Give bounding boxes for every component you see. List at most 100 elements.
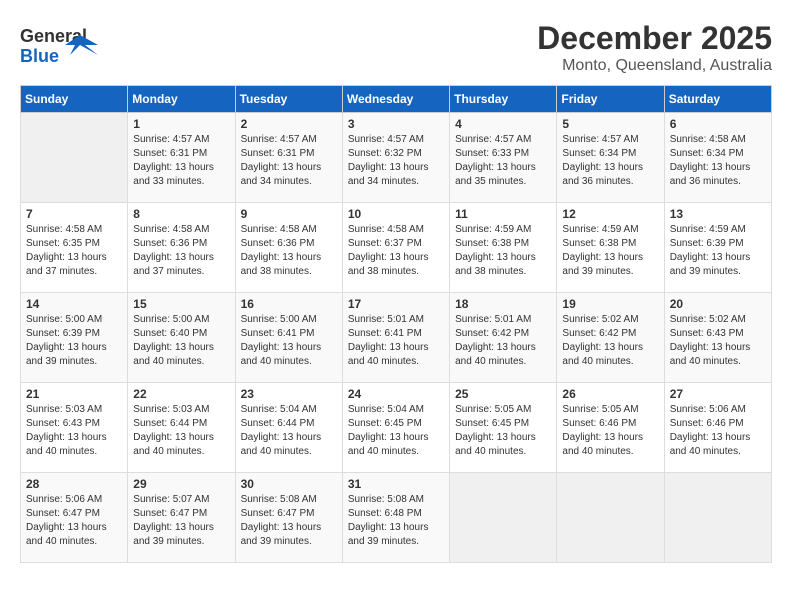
- day-info: Sunrise: 4:58 AMSunset: 6:34 PMDaylight:…: [670, 133, 766, 189]
- day-info: Sunrise: 5:06 AMSunset: 6:46 PMDaylight:…: [670, 403, 766, 459]
- calendar-cell: 24Sunrise: 5:04 AMSunset: 6:45 PMDayligh…: [342, 383, 449, 473]
- day-number: 31: [348, 477, 444, 491]
- day-number: 19: [562, 297, 658, 311]
- calendar-cell: 18 Sunrise: 5:01 AMSunset: 6:42 PMDayligh…: [450, 293, 557, 383]
- day-number: 23: [241, 387, 337, 401]
- day-info: Sunrise: 4:59 AMSunset: 6:39 PMDaylight:…: [670, 223, 766, 279]
- day-number: 25: [455, 387, 551, 401]
- day-info: Sunrise: 5:02 AMSunset: 6:42 PMDaylight:…: [562, 313, 658, 369]
- day-info: Sunrise: 4:59 AMSunset: 6:38 PMDaylight:…: [455, 223, 551, 279]
- logo-icon: General Blue: [20, 20, 110, 70]
- day-number: 20: [670, 297, 766, 311]
- day-number: 17: [348, 297, 444, 311]
- day-info: Sunrise: 4:58 AMSunset: 6:36 PMDaylight:…: [133, 223, 229, 279]
- calendar-cell: 27 Sunrise: 5:06 AMSunset: 6:46 PMDayligh…: [664, 383, 771, 473]
- day-number: 14: [26, 297, 122, 311]
- calendar-cell: 19 Sunrise: 5:02 AMSunset: 6:42 PMDayligh…: [557, 293, 664, 383]
- day-info: Sunrise: 4:57 AMSunset: 6:32 PMDaylight:…: [348, 133, 444, 189]
- calendar-cell: 16Sunrise: 5:00 AMSunset: 6:41 PMDayligh…: [235, 293, 342, 383]
- weekday-header-wednesday: Wednesday: [342, 86, 449, 113]
- day-info: Sunrise: 5:00 AMSunset: 6:40 PMDaylight:…: [133, 313, 229, 369]
- day-info: Sunrise: 4:58 AMSunset: 6:37 PMDaylight:…: [348, 223, 444, 279]
- day-info: Sunrise: 5:08 AMSunset: 6:47 PMDaylight:…: [241, 493, 337, 549]
- calendar-week-row: 7 Sunrise: 4:58 AMSunset: 6:35 PMDaylight…: [21, 203, 772, 293]
- day-number: 5: [562, 117, 658, 131]
- day-info: Sunrise: 5:01 AMSunset: 6:42 PMDaylight:…: [455, 313, 551, 369]
- weekday-header-thursday: Thursday: [450, 86, 557, 113]
- day-number: 11: [455, 207, 551, 221]
- day-info: Sunrise: 4:57 AMSunset: 6:33 PMDaylight:…: [455, 133, 551, 189]
- calendar-cell: 6 Sunrise: 4:58 AMSunset: 6:34 PMDaylight…: [664, 113, 771, 203]
- calendar-cell: 17 Sunrise: 5:01 AMSunset: 6:41 PMDayligh…: [342, 293, 449, 383]
- day-info: Sunrise: 5:02 AMSunset: 6:43 PMDaylight:…: [670, 313, 766, 369]
- calendar-cell: [21, 113, 128, 203]
- day-info: Sunrise: 4:58 AMSunset: 6:36 PMDaylight:…: [241, 223, 337, 279]
- day-number: 26: [562, 387, 658, 401]
- page-header: General Blue December 2025 Monto, Queens…: [20, 20, 772, 75]
- calendar-cell: 25 Sunrise: 5:05 AMSunset: 6:45 PMDayligh…: [450, 383, 557, 473]
- day-info: Sunrise: 4:59 AMSunset: 6:38 PMDaylight:…: [562, 223, 658, 279]
- weekday-header-saturday: Saturday: [664, 86, 771, 113]
- day-info: Sunrise: 5:04 AMSunset: 6:45 PMDaylight:…: [348, 403, 444, 459]
- day-number: 28: [26, 477, 122, 491]
- day-number: 6: [670, 117, 766, 131]
- calendar-cell: [664, 473, 771, 563]
- weekday-header-tuesday: Tuesday: [235, 86, 342, 113]
- day-number: 13: [670, 207, 766, 221]
- weekday-header-friday: Friday: [557, 86, 664, 113]
- day-number: 18: [455, 297, 551, 311]
- calendar-cell: 31 Sunrise: 5:08 AMSunset: 6:48 PMDayligh…: [342, 473, 449, 563]
- day-number: 8: [133, 207, 229, 221]
- day-number: 16: [241, 297, 337, 311]
- day-number: 4: [455, 117, 551, 131]
- calendar-cell: 13 Sunrise: 4:59 AMSunset: 6:39 PMDayligh…: [664, 203, 771, 293]
- logo: General Blue: [20, 20, 110, 70]
- day-number: 29: [133, 477, 229, 491]
- calendar-cell: 30 Sunrise: 5:08 AMSunset: 6:47 PMDayligh…: [235, 473, 342, 563]
- day-info: Sunrise: 5:08 AMSunset: 6:48 PMDaylight:…: [348, 493, 444, 549]
- day-number: 9: [241, 207, 337, 221]
- weekday-header-row: SundayMondayTuesdayWednesdayThursdayFrid…: [21, 86, 772, 113]
- calendar-cell: [557, 473, 664, 563]
- calendar-cell: 22 Sunrise: 5:03 AMSunset: 6:44 PMDayligh…: [128, 383, 235, 473]
- title-section: December 2025 Monto, Queensland, Austral…: [537, 20, 772, 75]
- calendar-cell: 4 Sunrise: 4:57 AMSunset: 6:33 PMDaylight…: [450, 113, 557, 203]
- day-info: Sunrise: 5:07 AMSunset: 6:47 PMDaylight:…: [133, 493, 229, 549]
- day-info: Sunrise: 5:01 AMSunset: 6:41 PMDaylight:…: [348, 313, 444, 369]
- day-info: Sunrise: 4:57 AMSunset: 6:34 PMDaylight:…: [562, 133, 658, 189]
- calendar-cell: 21 Sunrise: 5:03 AMSunset: 6:43 PMDayligh…: [21, 383, 128, 473]
- weekday-header-sunday: Sunday: [21, 86, 128, 113]
- day-info: Sunrise: 5:03 AMSunset: 6:44 PMDaylight:…: [133, 403, 229, 459]
- day-info: Sunrise: 4:57 AMSunset: 6:31 PMDaylight:…: [133, 133, 229, 189]
- calendar-cell: 1 Sunrise: 4:57 AMSunset: 6:31 PMDaylight…: [128, 113, 235, 203]
- day-number: 21: [26, 387, 122, 401]
- day-info: Sunrise: 5:05 AMSunset: 6:45 PMDaylight:…: [455, 403, 551, 459]
- calendar-week-row: 21 Sunrise: 5:03 AMSunset: 6:43 PMDayligh…: [21, 383, 772, 473]
- calendar-cell: 26 Sunrise: 5:05 AMSunset: 6:46 PMDayligh…: [557, 383, 664, 473]
- calendar-cell: 15Sunrise: 5:00 AMSunset: 6:40 PMDayligh…: [128, 293, 235, 383]
- day-info: Sunrise: 5:05 AMSunset: 6:46 PMDaylight:…: [562, 403, 658, 459]
- day-info: Sunrise: 4:58 AMSunset: 6:35 PMDaylight:…: [26, 223, 122, 279]
- day-info: Sunrise: 5:03 AMSunset: 6:43 PMDaylight:…: [26, 403, 122, 459]
- calendar-cell: 11 Sunrise: 4:59 AMSunset: 6:38 PMDayligh…: [450, 203, 557, 293]
- calendar-table: SundayMondayTuesdayWednesdayThursdayFrid…: [20, 85, 772, 563]
- day-number: 22: [133, 387, 229, 401]
- calendar-cell: 12 Sunrise: 4:59 AMSunset: 6:38 PMDayligh…: [557, 203, 664, 293]
- calendar-week-row: 14 Sunrise: 5:00 AMSunset: 6:39 PMDayligh…: [21, 293, 772, 383]
- calendar-week-row: 1 Sunrise: 4:57 AMSunset: 6:31 PMDaylight…: [21, 113, 772, 203]
- calendar-cell: 14 Sunrise: 5:00 AMSunset: 6:39 PMDayligh…: [21, 293, 128, 383]
- day-number: 3: [348, 117, 444, 131]
- calendar-cell: 2Sunrise: 4:57 AMSunset: 6:31 PMDaylight…: [235, 113, 342, 203]
- day-number: 12: [562, 207, 658, 221]
- calendar-cell: 29 Sunrise: 5:07 AMSunset: 6:47 PMDayligh…: [128, 473, 235, 563]
- day-number: 7: [26, 207, 122, 221]
- day-number: 2: [241, 117, 337, 131]
- day-number: 30: [241, 477, 337, 491]
- calendar-week-row: 28 Sunrise: 5:06 AMSunset: 6:47 PMDayligh…: [21, 473, 772, 563]
- calendar-cell: 3 Sunrise: 4:57 AMSunset: 6:32 PMDaylight…: [342, 113, 449, 203]
- day-number: 1: [133, 117, 229, 131]
- day-info: Sunrise: 5:06 AMSunset: 6:47 PMDaylight:…: [26, 493, 122, 549]
- day-info: Sunrise: 5:04 AMSunset: 6:44 PMDaylight:…: [241, 403, 337, 459]
- day-info: Sunrise: 5:00 AMSunset: 6:39 PMDaylight:…: [26, 313, 122, 369]
- day-number: 27: [670, 387, 766, 401]
